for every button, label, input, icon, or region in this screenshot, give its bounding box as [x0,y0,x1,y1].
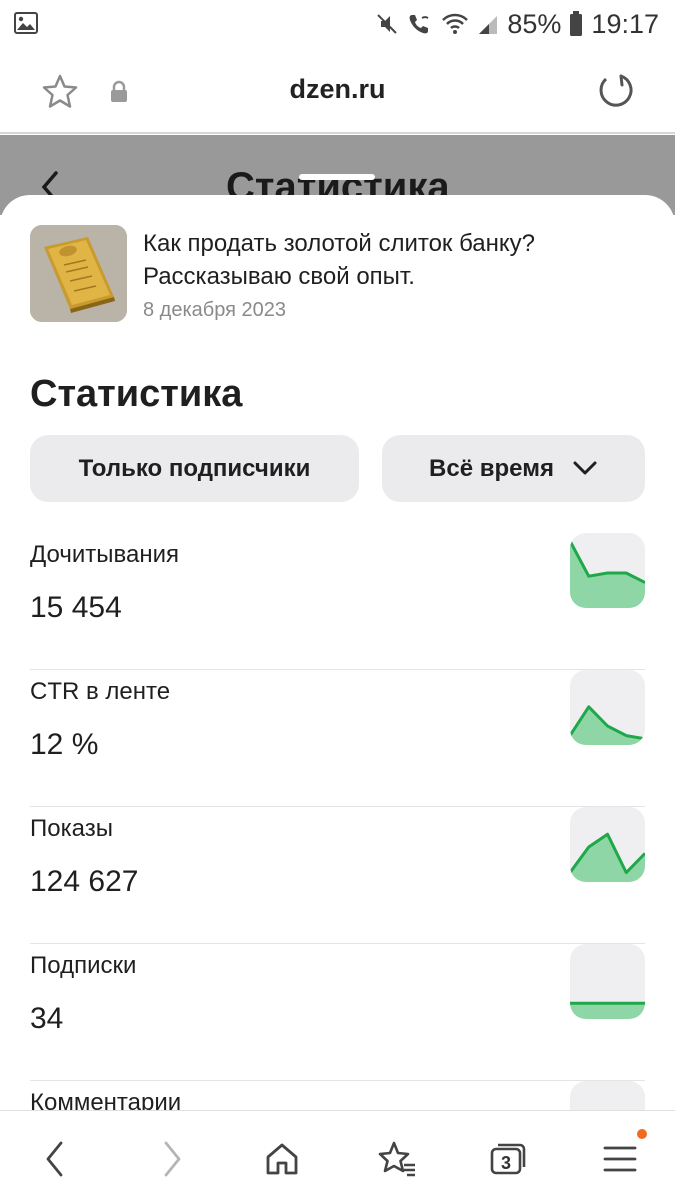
metric-sparkline [570,533,645,608]
sparkline-chart [570,1001,645,1019]
battery-percent: 85% [507,8,562,39]
bookmarks-star-icon [378,1141,415,1177]
home-icon [266,1143,298,1175]
metric-ctr[interactable]: CTR в ленте 12 % [30,670,645,807]
metric-impressions[interactable]: Показы 124 627 [30,807,645,944]
article-card[interactable]: Как продать золотой слиток банку? Расска… [30,225,645,323]
sparkline-chart [570,705,645,745]
metric-sparkline [570,807,645,882]
browser-bottom-nav: 3 [0,1110,675,1200]
metric-value: 12 % [30,728,99,761]
metric-sparkline [570,944,645,1019]
chevron-left-icon [46,1141,63,1177]
chevron-down-icon [572,455,598,483]
metric-value: 34 [30,1002,64,1035]
nav-menu-button[interactable] [596,1135,644,1183]
tabs-count: 3 [500,1152,511,1173]
status-bar: 85% 19:17 [0,0,675,48]
sheet-drag-handle[interactable] [299,174,375,180]
metric-read-throughs[interactable]: Дочитывания 15 454 [30,533,645,670]
nav-forward-button[interactable] [148,1135,196,1183]
url-text[interactable]: dzen.ru [0,74,675,105]
metric-label: Показы [30,815,113,842]
nav-home-button[interactable] [258,1135,306,1183]
menu-icon [603,1146,637,1172]
signal-icon [477,12,499,36]
metric-value: 124 627 [30,865,139,898]
browser-address-bar: dzen.ru [0,48,675,134]
chevron-right-icon [164,1141,181,1177]
reload-icon[interactable] [595,70,635,115]
stats-title: Статистика [30,373,243,415]
audience-filter-label: Только подписчики [78,454,311,482]
metric-sparkline [570,670,645,745]
menu-notification-dot [637,1129,647,1139]
nav-tabs-button[interactable]: 3 [484,1135,532,1183]
article-title: Как продать золотой слиток банку? Расска… [143,230,536,290]
wifi-call-icon [407,12,433,36]
clock: 19:17 [591,8,659,39]
article-thumbnail [30,225,127,322]
metric-value: 15 454 [30,591,122,624]
sparkline-chart [570,540,645,608]
metric-label: CTR в ленте [30,678,171,705]
audience-filter-button[interactable]: Только подписчики [30,435,359,502]
sparkline-area [570,1003,645,1019]
sparkline-chart [570,832,645,882]
statistics-sheet: Как продать золотой слиток банку? Расска… [0,195,675,1115]
metric-label: Подписки [30,952,137,979]
nav-bookmarks-button[interactable] [372,1135,420,1183]
gallery-icon [14,12,38,39]
period-dropdown-label: Всё время [429,454,554,482]
metric-subscriptions[interactable]: Подписки 34 [30,944,645,1081]
article-date: 8 декабря 2023 [143,299,287,321]
mute-icon [375,12,399,36]
metric-label: Дочитывания [30,541,179,568]
wifi-icon [441,12,469,36]
battery-icon [569,11,583,37]
period-dropdown[interactable]: Всё время [382,435,645,502]
nav-back-button[interactable] [31,1135,79,1183]
